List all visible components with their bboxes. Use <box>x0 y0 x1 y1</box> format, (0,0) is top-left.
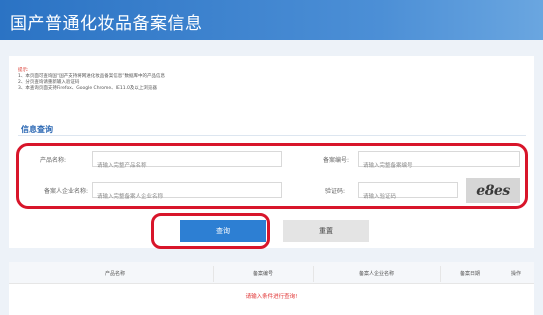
captcha-image[interactable]: e8es <box>466 178 520 203</box>
company-input[interactable] <box>93 190 281 204</box>
col-header-company: 备案人企业名称 <box>358 271 394 277</box>
product-name-field[interactable] <box>92 151 282 173</box>
page-header: 国产普通化妆品备案信息 <box>0 0 543 40</box>
record-no-label: 备案编号: <box>322 157 349 164</box>
captcha-label: 验证码: <box>324 188 345 195</box>
reset-button[interactable]: 重置 <box>283 220 369 242</box>
captcha-field[interactable] <box>358 182 458 204</box>
col-header-product-name: 产品名称 <box>104 271 125 277</box>
search-button[interactable]: 查询 <box>180 220 266 242</box>
record-no-field[interactable] <box>358 151 520 173</box>
captcha-input[interactable] <box>359 190 457 204</box>
section-title: 信息查询 <box>21 125 53 134</box>
empty-message: 请输入条件进行查询! <box>245 294 298 300</box>
col-header-record-date: 备案日期 <box>459 271 480 277</box>
product-name-label: 产品名称: <box>39 157 66 164</box>
record-no-input[interactable] <box>359 159 519 173</box>
page-title: 国产普通化妆品备案信息 <box>10 14 203 34</box>
product-name-input[interactable] <box>93 159 281 173</box>
notice-line: 3、本查询页面支持Firefox、Google Chrome、IE11.0及以上… <box>18 86 157 91</box>
notice-box: 提示: 1、本页面可查询国“国产支持将网进化妆品备案信息”数据库中的产品信息 2… <box>18 68 165 92</box>
col-header-actions: 操作 <box>510 271 521 277</box>
col-header-record-no: 备案编号 <box>252 271 273 277</box>
section-divider <box>18 135 526 136</box>
company-field[interactable] <box>92 182 282 204</box>
company-label: 备案人企业名称: <box>43 188 88 195</box>
